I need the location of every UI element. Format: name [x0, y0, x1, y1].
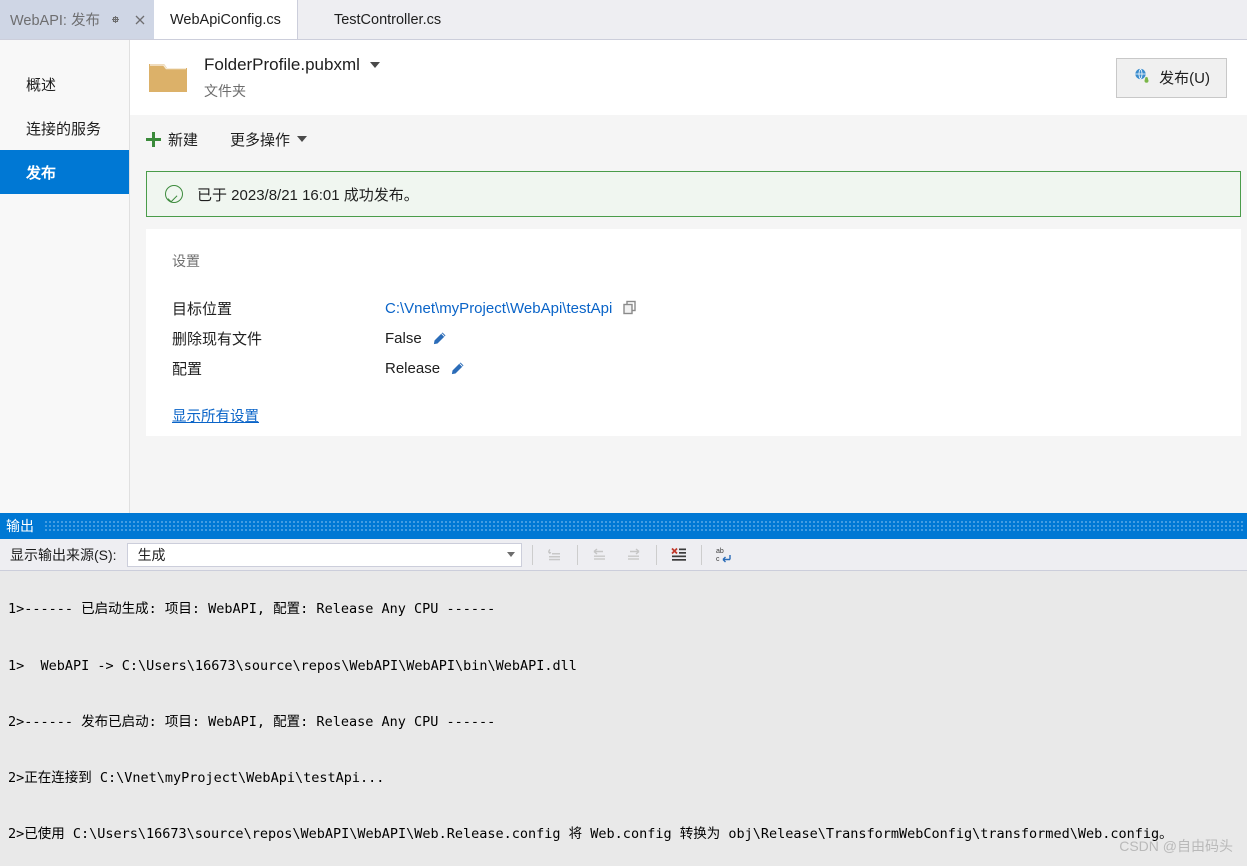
tab-strip: WebAPI: 发布 WebApiConfig.cs TestControlle… — [0, 0, 1247, 40]
folder-icon — [146, 58, 190, 98]
profile-subtitle: 文件夹 — [204, 82, 246, 99]
sidebar-item-publish[interactable]: 发布 — [0, 150, 129, 194]
more-actions-button[interactable]: 更多操作 — [230, 129, 308, 150]
setting-label: 目标位置 — [172, 300, 233, 318]
setting-value: Release — [385, 360, 465, 377]
chevron-down-icon — [297, 136, 308, 142]
tab-testcontroller-cs[interactable]: TestController.cs — [317, 0, 458, 39]
sidebar-item-connected-services[interactable]: 连接的服务 — [0, 106, 129, 150]
main-area: 概述 连接的服务 发布 FolderProfile.pubxml 文件夹 发布(… — [0, 40, 1247, 513]
pencil-edit-icon[interactable] — [450, 361, 465, 376]
profile-name: FolderProfile.pubxml — [204, 54, 360, 74]
watermark: CSDN @自由码头 — [1119, 838, 1233, 854]
chevron-down-icon — [506, 552, 515, 557]
sidebar-item-label: 概述 — [26, 76, 57, 94]
log-line: 1> WebAPI -> C:\Users\16673\source\repos… — [8, 657, 577, 674]
output-source-select[interactable]: 生成 — [126, 542, 522, 567]
find-message-icon[interactable] — [543, 543, 567, 567]
delete-existing-files-value: False — [385, 329, 422, 347]
pencil-edit-icon[interactable] — [432, 331, 447, 346]
svg-text:c: c — [716, 556, 720, 563]
navigate-back-icon[interactable] — [588, 543, 612, 567]
settings-card: 设置 目标位置 C:\Vnet\myProject\WebApi\testApi… — [146, 229, 1241, 436]
log-line: 1>------ 已启动生成: 项目: WebAPI, 配置: Release … — [8, 601, 496, 618]
new-profile-label: 新建 — [168, 131, 199, 149]
profile-title-row[interactable]: FolderProfile.pubxml — [204, 55, 1116, 75]
tab-webapi-publish[interactable]: WebAPI: 发布 — [0, 0, 154, 39]
configuration-value: Release — [385, 359, 441, 377]
output-source-label: 显示输出来源(S): — [10, 546, 117, 563]
output-source-value: 生成 — [137, 546, 166, 563]
svg-text:ab: ab — [716, 548, 724, 555]
publish-globe-icon — [1133, 67, 1151, 89]
output-panel-header: 输出 — [0, 513, 1247, 539]
profile-texts: FolderProfile.pubxml 文件夹 — [204, 55, 1116, 101]
setting-row-configuration: 配置 Release — [172, 353, 1241, 383]
publish-button-label: 发布(U) — [1159, 70, 1210, 87]
show-all-settings-link[interactable]: 显示所有设置 — [172, 405, 259, 426]
log-line: 2>已使用 C:\Users\16673\source\repos\WebAPI… — [8, 825, 1173, 842]
setting-value[interactable]: C:\Vnet\myProject\WebApi\testApi — [385, 300, 638, 317]
plus-icon — [146, 131, 161, 147]
chevron-down-icon[interactable] — [369, 61, 380, 68]
publish-toolbar: 新建 更多操作 — [130, 115, 1247, 163]
toggle-word-wrap-icon[interactable]: ab c — [712, 543, 736, 567]
close-icon[interactable] — [132, 12, 148, 28]
sidebar-item-label: 连接的服务 — [26, 120, 102, 138]
sidebar: 概述 连接的服务 发布 — [0, 40, 130, 513]
output-toolbar: 显示输出来源(S): 生成 ab c — [0, 539, 1247, 571]
publish-success-banner: 已于 2023/8/21 16:01 成功发布。 — [146, 171, 1241, 217]
navigate-forward-icon[interactable] — [622, 543, 646, 567]
target-location-value: C:\Vnet\myProject\WebApi\testApi — [385, 299, 613, 317]
toolbar-separator — [531, 544, 533, 565]
setting-row-delete-existing-files: 删除现有文件 False — [172, 323, 1241, 353]
tab-label: WebAPI: 发布 — [10, 13, 100, 29]
toolbar-separator — [700, 544, 702, 565]
success-check-icon — [165, 185, 183, 203]
output-panel-title: 输出 — [6, 518, 34, 534]
copy-icon[interactable] — [622, 300, 638, 316]
profile-header: FolderProfile.pubxml 文件夹 发布(U) — [130, 40, 1247, 115]
setting-row-target-location: 目标位置 C:\Vnet\myProject\WebApi\testApi — [172, 293, 1241, 323]
banner-message: 已于 2023/8/21 16:01 成功发布。 — [197, 186, 419, 204]
tab-webapiconfig-cs[interactable]: WebApiConfig.cs — [153, 0, 298, 39]
log-line: 2>------ 发布已启动: 项目: WebAPI, 配置: Release … — [8, 713, 496, 730]
new-profile-button[interactable]: 新建 — [146, 129, 198, 150]
tab-label: WebApiConfig.cs — [169, 11, 281, 28]
drag-grip[interactable] — [44, 520, 1243, 531]
settings-title: 设置 — [172, 253, 200, 269]
sidebar-item-label: 发布 — [26, 164, 57, 182]
clear-all-icon[interactable] — [667, 543, 691, 567]
more-actions-label: 更多操作 — [230, 131, 291, 149]
output-log[interactable]: 1>------ 已启动生成: 项目: WebAPI, 配置: Release … — [0, 571, 1247, 866]
setting-label: 配置 — [172, 360, 203, 378]
toolbar-separator — [576, 544, 578, 565]
pin-icon[interactable] — [108, 12, 124, 28]
publish-content: FolderProfile.pubxml 文件夹 发布(U) 新建 更多操作 已… — [130, 40, 1247, 513]
setting-label: 删除现有文件 — [172, 330, 263, 348]
setting-value: False — [385, 330, 447, 347]
toolbar-separator — [655, 544, 657, 565]
publish-button[interactable]: 发布(U) — [1116, 57, 1227, 98]
sidebar-item-overview[interactable]: 概述 — [0, 62, 129, 106]
log-line: 2>正在连接到 C:\Vnet\myProject\WebApi\testApi… — [8, 769, 385, 786]
tab-label: TestController.cs — [333, 11, 442, 28]
